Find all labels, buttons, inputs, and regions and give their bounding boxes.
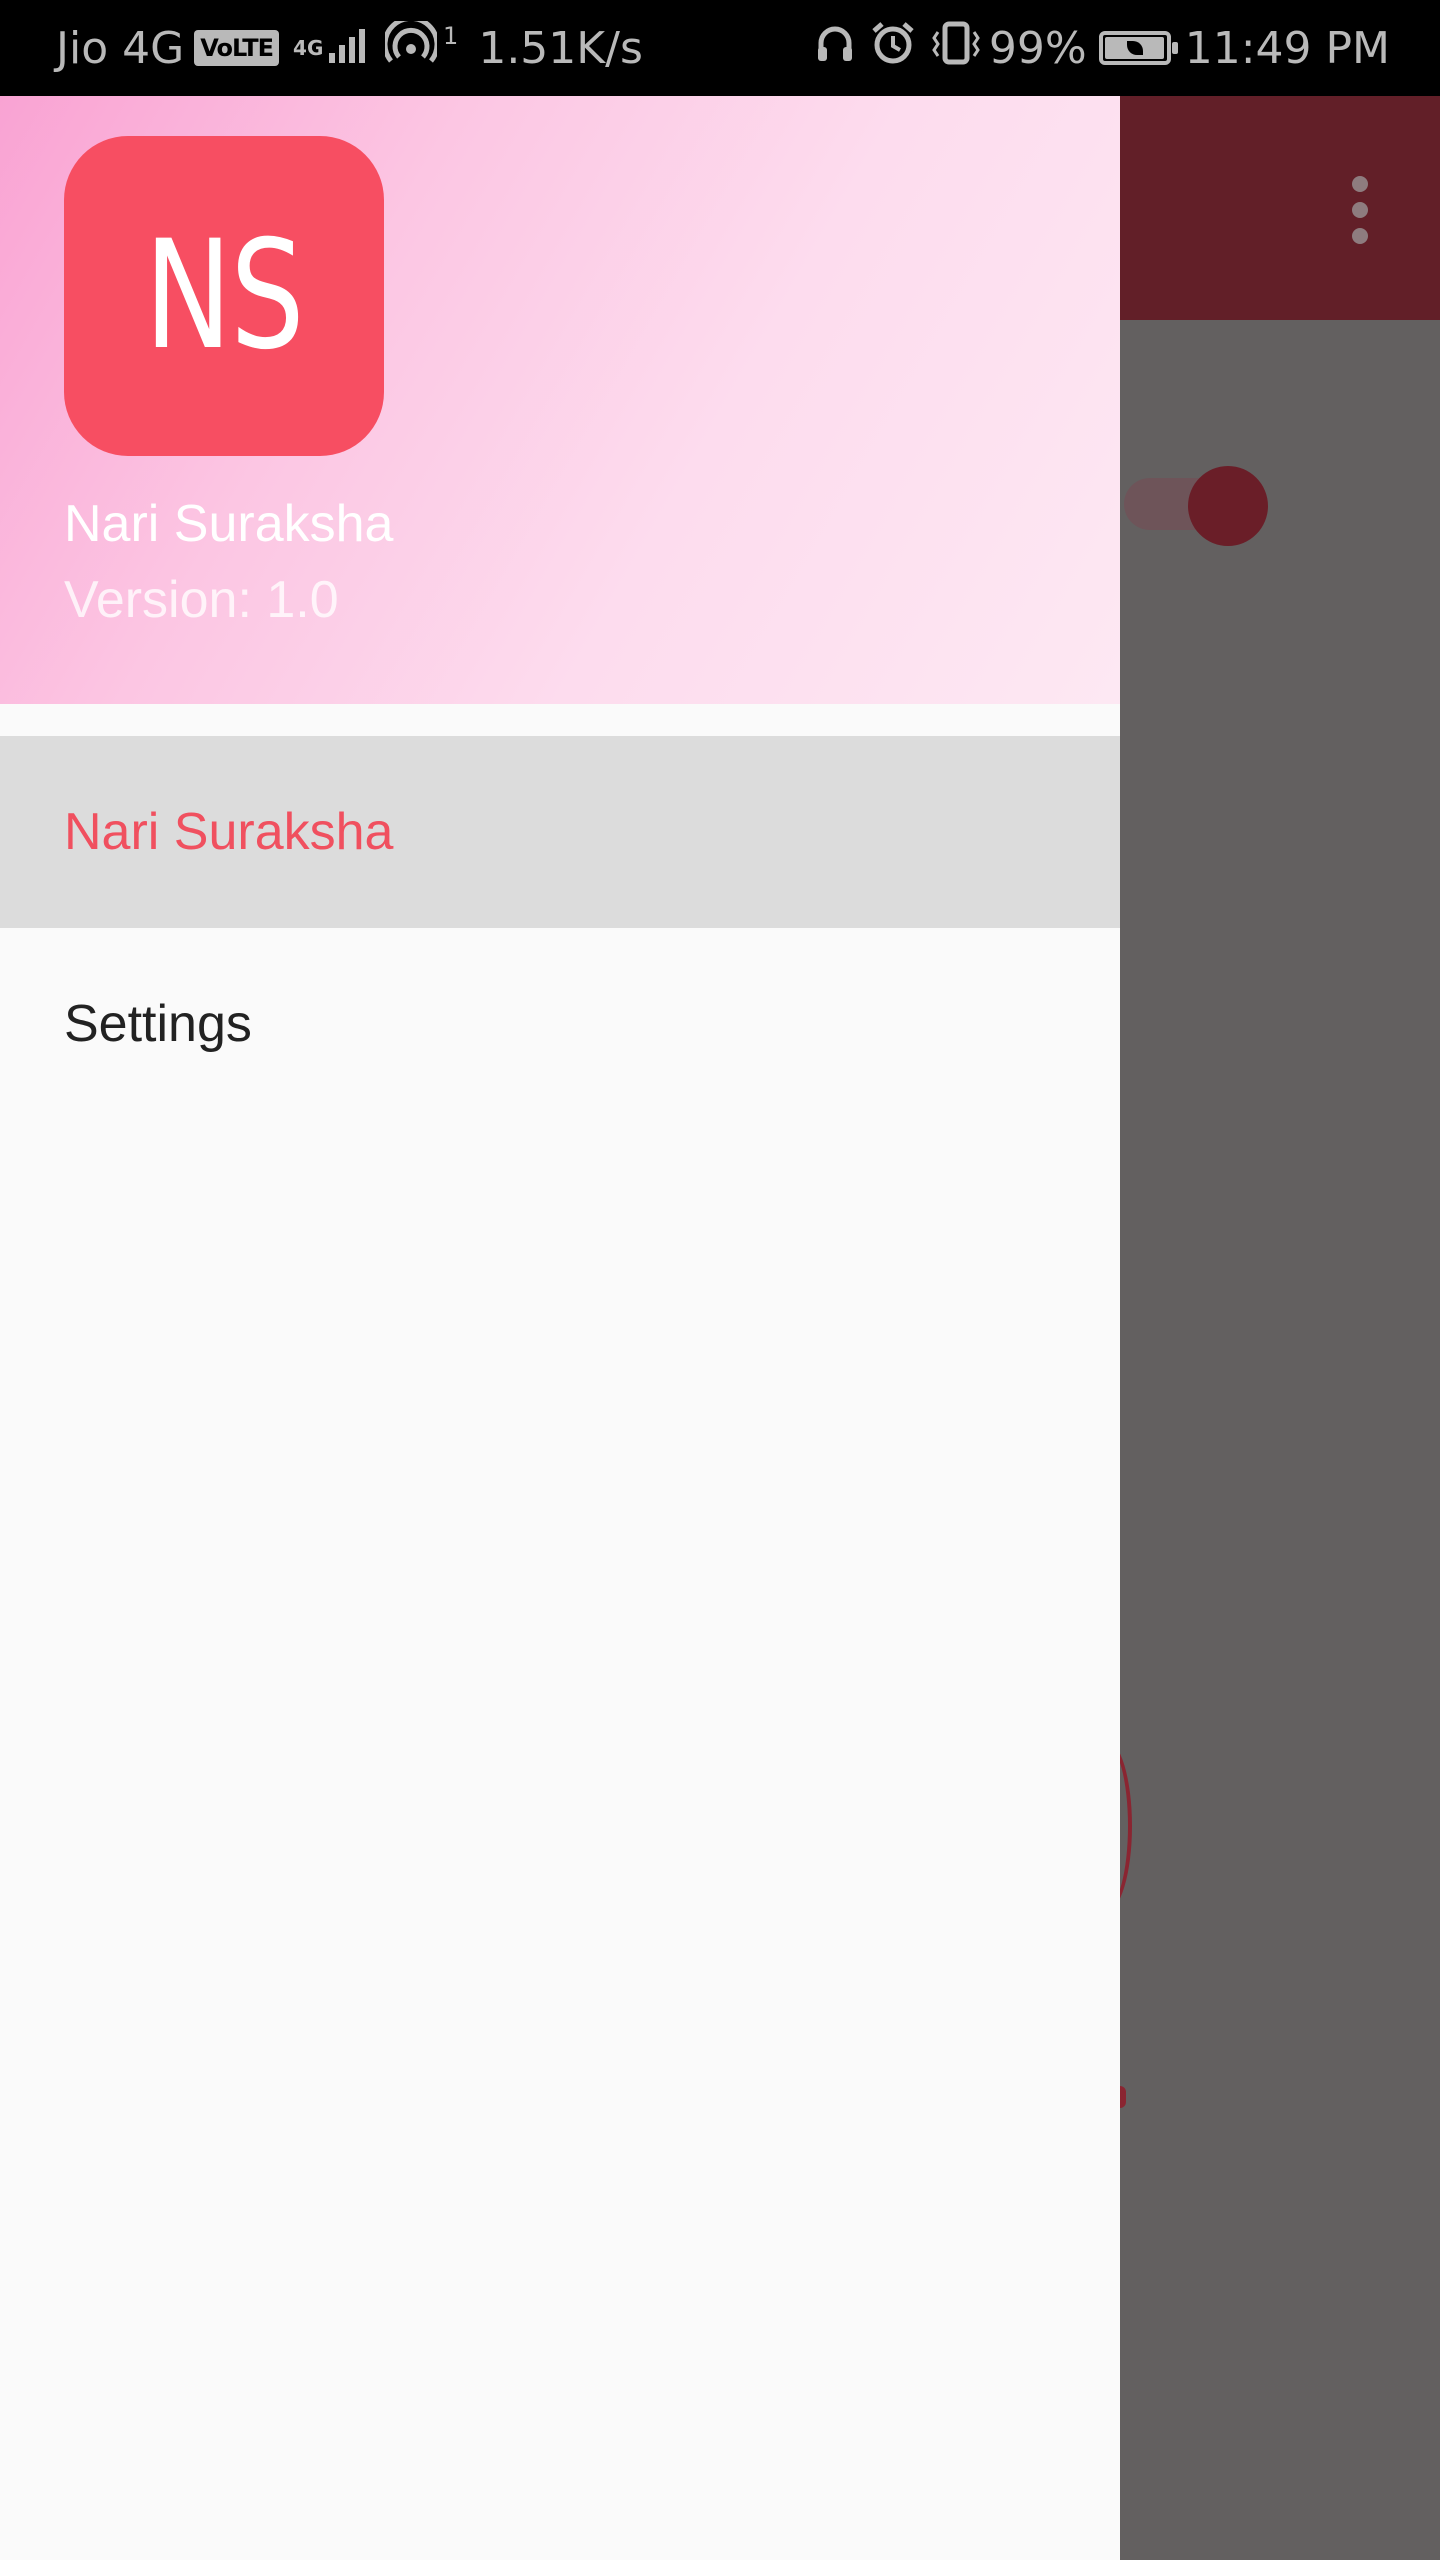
vibrate-icon — [929, 20, 983, 77]
hotspot-icon — [382, 15, 440, 76]
menu-item-settings[interactable]: Settings — [0, 928, 1120, 1120]
status-bar: Jio 4G VoLTE 4G 1 1.51K/s 99% 11:49 PM — [0, 0, 1440, 96]
clock: 11:49 PM — [1184, 22, 1390, 74]
hotspot-clients-count: 1 — [443, 22, 459, 50]
status-bar-right: 99% 11:49 PM — [807, 0, 1390, 96]
menu-item-nari-suraksha[interactable]: Nari Suraksha — [0, 736, 1120, 928]
drawer-app-version: Version: 1.0 — [64, 571, 339, 629]
status-bar-left: Jio 4G VoLTE 4G 1 1.51K/s — [56, 0, 643, 96]
carrier-label: Jio 4G — [56, 22, 185, 74]
battery-percent: 99% — [988, 22, 1087, 74]
network-speed-label: 1.51K/s — [478, 22, 643, 74]
battery-saver-icon — [1098, 31, 1178, 65]
menu-item-label: Nari Suraksha — [64, 803, 394, 861]
drawer-menu: Nari Suraksha Settings — [0, 736, 1120, 1120]
drawer-app-name: Nari Suraksha — [64, 495, 394, 553]
overflow-menu-icon[interactable] — [1350, 176, 1370, 244]
alarm-icon — [869, 19, 917, 78]
drawer-header: NS Nari Suraksha Version: 1.0 — [0, 96, 1120, 704]
network-type-label: 4G — [293, 36, 324, 60]
navigation-drawer: NS Nari Suraksha Version: 1.0 Nari Surak… — [0, 96, 1120, 2560]
signal-icon — [327, 23, 373, 74]
app-logo: NS — [64, 136, 384, 456]
app-logo-text: NS — [144, 209, 305, 383]
volte-badge: VoLTE — [194, 30, 280, 66]
headset-icon — [813, 21, 857, 76]
menu-item-label: Settings — [64, 995, 252, 1053]
background-toggle-thumb — [1188, 466, 1268, 546]
